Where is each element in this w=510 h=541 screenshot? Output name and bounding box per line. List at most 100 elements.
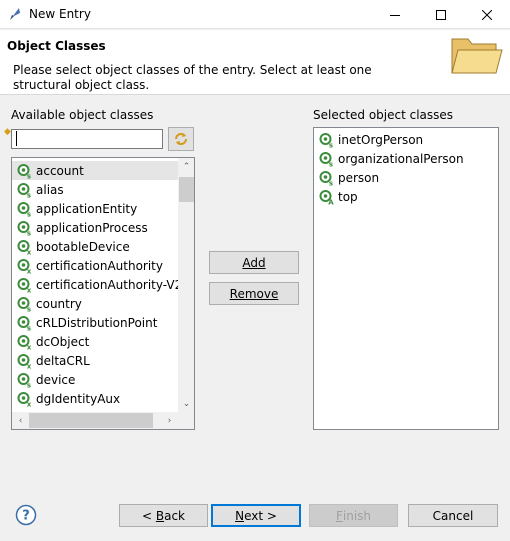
close-icon	[482, 9, 492, 20]
minimize-icon	[390, 14, 400, 16]
list-item[interactable]: x deltaCRL	[12, 351, 178, 370]
text-caret	[16, 131, 17, 146]
cancel-button[interactable]: Cancel	[408, 504, 498, 527]
page-title: Object Classes	[7, 39, 106, 53]
structural-class-icon: s	[319, 132, 333, 148]
scroll-right-icon[interactable]: ›	[161, 412, 178, 429]
list-item[interactable]: x dcObject	[12, 332, 178, 351]
list-item-label: person	[338, 170, 380, 185]
scroll-corner	[178, 412, 194, 429]
list-item[interactable]: s applicationProcess	[12, 218, 178, 237]
add-button[interactable]: Add	[209, 251, 299, 274]
refresh-icon	[175, 133, 187, 145]
list-item-label: top	[338, 189, 358, 204]
list-item-label: deltaCRL	[36, 353, 90, 368]
list-item[interactable]: x certificationAuthority-V2	[12, 275, 182, 294]
svg-text:?: ?	[22, 509, 30, 524]
list-item-label: account	[36, 163, 84, 178]
help-icon[interactable]: ?	[15, 504, 37, 526]
page-description: Please select object classes of the entr…	[13, 63, 372, 92]
reload-schema-button[interactable]	[168, 127, 194, 151]
list-item-label: certificationAuthority-V2	[36, 277, 183, 292]
back-button[interactable]: < Back	[119, 504, 208, 527]
list-item[interactable]: s organizationalPerson	[314, 149, 498, 168]
svg-text:x: x	[27, 362, 32, 369]
list-item[interactable]: s device	[12, 370, 178, 389]
wizard-header: Object Classes Please select object clas…	[0, 30, 510, 95]
list-item-label: organizationalPerson	[338, 151, 464, 166]
available-classes-list[interactable]: s account s alias s applicationEntity s applica…	[11, 157, 195, 430]
scroll-down-icon[interactable]: ⌄	[178, 395, 194, 412]
svg-text:s: s	[27, 305, 31, 312]
selected-classes-list[interactable]: s inetOrgPerson s organizationalPerson s pers…	[313, 127, 499, 430]
list-item[interactable]: s alias	[12, 180, 178, 199]
list-item[interactable]: x certificationAuthority	[12, 256, 178, 275]
filter-input[interactable]	[11, 129, 163, 149]
available-items: s account s alias s applicationEntity s applica…	[12, 161, 182, 408]
list-item-label: certificationAuthority	[36, 258, 163, 273]
auxiliary-class-icon: x	[17, 239, 32, 255]
svg-text:s: s	[329, 160, 333, 167]
auxiliary-class-icon: x	[17, 353, 32, 369]
list-item[interactable]: Atop	[314, 187, 498, 206]
back-label-prefix: <	[141, 508, 156, 523]
list-item[interactable]: s inetOrgPerson	[314, 130, 498, 149]
structural-class-icon: s	[319, 151, 333, 167]
remove-button-label: Remove	[229, 286, 279, 301]
next-button[interactable]: Next >	[211, 504, 301, 527]
list-item[interactable]: s applicationEntity	[12, 199, 178, 218]
list-item-label: alias	[36, 182, 64, 197]
list-item[interactable]: x dgIdentityAux	[12, 389, 178, 408]
structural-class-icon: s	[17, 315, 31, 331]
list-item-label: cRLDistributionPoint	[36, 315, 158, 330]
list-item[interactable]: s cRLDistributionPoint	[12, 313, 178, 332]
finish-mnemonic: F	[335, 508, 343, 523]
available-classes-label: Available object classes	[11, 108, 154, 122]
vertical-scrollbar[interactable]: ⌃ ⌄	[178, 158, 194, 412]
svg-text:s: s	[27, 172, 31, 179]
minimize-button[interactable]	[372, 0, 418, 29]
auxiliary-class-icon: x	[17, 334, 32, 350]
list-item[interactable]: x bootableDevice	[12, 237, 178, 256]
auxiliary-class-icon: x	[17, 391, 32, 407]
horizontal-scroll-thumb[interactable]	[29, 413, 153, 428]
svg-text:s: s	[27, 324, 31, 331]
window-title: New Entry	[29, 7, 91, 21]
list-item[interactable]: s country	[12, 294, 178, 313]
vertical-scroll-thumb[interactable]	[179, 177, 194, 202]
list-item[interactable]: s account	[12, 161, 178, 180]
structural-class-icon: s	[17, 372, 31, 388]
cancel-label: Cancel	[432, 508, 474, 523]
svg-text:x: x	[27, 343, 32, 350]
auxiliary-class-icon: x	[17, 258, 32, 274]
add-button-label: Add	[242, 255, 266, 270]
structural-class-icon: s	[17, 182, 31, 198]
finish-button[interactable]: Finish	[309, 504, 398, 527]
auxiliary-class-icon: x	[17, 277, 32, 293]
svg-text:s: s	[27, 210, 31, 217]
structural-class-icon: s	[17, 163, 31, 179]
scroll-left-icon[interactable]: ‹	[12, 412, 29, 429]
eclipse-feather-icon	[10, 8, 20, 20]
open-folder-icon	[451, 38, 503, 74]
structural-class-icon: s	[319, 170, 333, 186]
list-item[interactable]: s person	[314, 168, 498, 187]
abstract-class-icon: A	[319, 189, 334, 205]
remove-button[interactable]: Remove	[209, 282, 299, 305]
maximize-button[interactable]	[418, 0, 464, 29]
list-item-label: country	[36, 296, 82, 311]
list-item-label: dgIdentityAux	[36, 391, 121, 406]
structural-class-icon: s	[17, 296, 31, 312]
horizontal-scrollbar[interactable]: ‹ ›	[12, 412, 194, 429]
close-button[interactable]	[464, 0, 510, 29]
scroll-up-icon[interactable]: ⌃	[178, 158, 194, 175]
svg-text:s: s	[27, 229, 31, 236]
svg-text:x: x	[27, 248, 32, 255]
list-item-label: applicationEntity	[36, 201, 138, 216]
content-assist-icon: ◆	[4, 127, 11, 137]
svg-text:x: x	[27, 267, 32, 274]
selected-classes-label: Selected object classes	[313, 108, 454, 122]
maximize-icon	[436, 9, 446, 20]
svg-text:A: A	[328, 198, 334, 205]
list-item-label: dcObject	[36, 334, 90, 349]
